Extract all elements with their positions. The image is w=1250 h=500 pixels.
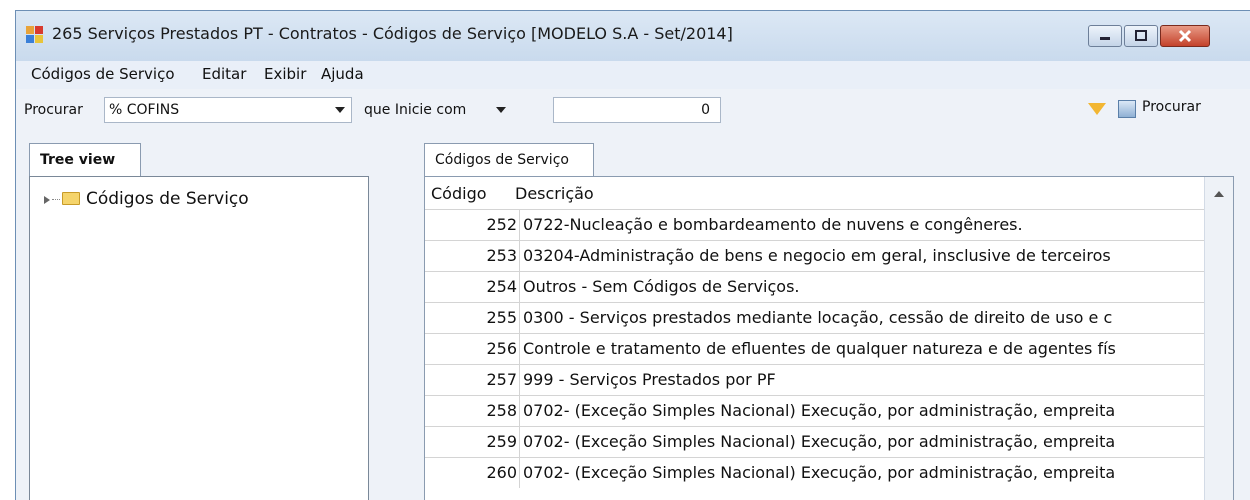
menu-codigos-de-servico[interactable]: Códigos de Serviço <box>31 65 175 83</box>
content-area: Tree view Códigos de Serviço Códigos de … <box>16 137 1250 500</box>
restore-icon <box>1135 30 1147 41</box>
search-input[interactable]: 0 <box>553 97 721 123</box>
search-label: Procurar <box>24 102 83 118</box>
cell-codigo: 255 <box>486 308 517 327</box>
field-select-value: % COFINS <box>109 102 180 118</box>
table-row[interactable]: 254 Outros - Sem Códigos de Serviços. <box>425 271 1207 302</box>
cell-descricao: Controle e tratamento de efluentes de qu… <box>523 339 1116 358</box>
cell-descricao: 0722-Nucleação e bombardeamento de nuven… <box>523 215 1023 234</box>
main-window: 265 Serviços Prestados PT - Contratos - … <box>15 10 1250 500</box>
cell-divider <box>519 458 520 488</box>
search-button-label: Procurar <box>1142 99 1201 115</box>
cell-descricao: 0702- (Exceção Simples Nacional) Execuçã… <box>523 401 1116 420</box>
tab-codigos-de-servico[interactable]: Códigos de Serviço <box>424 143 594 177</box>
menu-bar: Códigos de Serviço Editar Exibir Ajuda <box>16 61 1250 89</box>
table-row[interactable]: 253 03204-Administração de bens e negocio… <box>425 240 1207 271</box>
cell-codigo: 260 <box>486 463 517 482</box>
window-title: 265 Serviços Prestados PT - Contratos - … <box>52 24 733 43</box>
column-header-descricao[interactable]: Descrição <box>515 184 594 203</box>
expand-arrow-icon[interactable] <box>44 196 50 204</box>
table-row[interactable]: 259 0702- (Exceção Simples Nacional) Exec… <box>425 426 1207 457</box>
search-button[interactable]: Procurar <box>1118 97 1248 127</box>
cell-codigo: 259 <box>486 432 517 451</box>
scroll-up-arrow-icon[interactable] <box>1214 191 1224 197</box>
cell-codigo: 256 <box>486 339 517 358</box>
menu-editar[interactable]: Editar <box>202 65 246 83</box>
close-icon <box>1178 29 1192 43</box>
cell-descricao: 0702- (Exceção Simples Nacional) Execuçã… <box>523 432 1116 451</box>
cell-codigo: 253 <box>486 246 517 265</box>
menu-ajuda[interactable]: Ajuda <box>321 65 364 83</box>
colored-blocks-icon <box>26 26 43 43</box>
funnel-icon[interactable] <box>1088 103 1106 115</box>
cell-descricao: 03204-Administração de bens e negocio em… <box>523 246 1111 265</box>
tree-node-label: Códigos de Serviço <box>86 189 249 209</box>
maximize-button[interactable] <box>1124 25 1158 47</box>
chevron-down-icon[interactable] <box>496 107 506 113</box>
table-row[interactable]: 255 0300 - Serviços prestados mediante lo… <box>425 302 1207 333</box>
grid-header: Código Descrição <box>425 177 1233 209</box>
cell-divider <box>519 241 520 271</box>
chevron-down-icon[interactable] <box>335 107 345 113</box>
tree-view-panel: Códigos de Serviço <box>29 176 369 500</box>
cell-descricao: 0300 - Serviços prestados mediante locaç… <box>523 308 1113 327</box>
minimize-button[interactable] <box>1088 25 1122 47</box>
table-row[interactable]: 257 999 - Serviços Prestados por PF <box>425 364 1207 395</box>
folder-icon <box>62 192 80 205</box>
table-row[interactable]: 256 Controle e tratamento de efluentes de… <box>425 333 1207 364</box>
cell-divider <box>519 427 520 457</box>
cell-divider <box>519 334 520 364</box>
tab-tree-view[interactable]: Tree view <box>29 143 141 177</box>
cell-descricao: 0702- (Exceção Simples Nacional) Execuçã… <box>523 463 1116 482</box>
magnifier-icon <box>1118 100 1136 118</box>
cell-descricao: Outros - Sem Códigos de Serviços. <box>523 277 800 296</box>
table-row[interactable]: 252 0722-Nucleação e bombardeamento de nu… <box>425 209 1207 240</box>
table-row[interactable]: 260 0702- (Exceção Simples Nacional) Exec… <box>425 457 1207 488</box>
column-header-codigo[interactable]: Código <box>431 184 487 203</box>
vertical-scrollbar[interactable] <box>1204 177 1233 500</box>
condition-select[interactable]: que Inicie com <box>359 97 549 123</box>
cell-codigo: 252 <box>486 215 517 234</box>
search-toolbar: Procurar % COFINS que Inicie com 0 Procu… <box>16 89 1250 138</box>
title-bar[interactable]: 265 Serviços Prestados PT - Contratos - … <box>16 11 1250 61</box>
cell-codigo: 257 <box>486 370 517 389</box>
cell-descricao: 999 - Serviços Prestados por PF <box>523 370 776 389</box>
cell-divider <box>519 210 520 240</box>
table-row[interactable]: 258 0702- (Exceção Simples Nacional) Exec… <box>425 395 1207 426</box>
close-button[interactable] <box>1160 25 1210 47</box>
cell-divider <box>519 365 520 395</box>
cell-divider <box>519 272 520 302</box>
field-select[interactable]: % COFINS <box>104 97 352 123</box>
menu-exibir[interactable]: Exibir <box>264 65 306 83</box>
condition-select-value: que Inicie com <box>364 102 467 118</box>
cell-divider <box>519 303 520 333</box>
minimize-icon <box>1100 37 1110 40</box>
tree-line <box>52 199 60 200</box>
cell-codigo: 258 <box>486 401 517 420</box>
cell-divider <box>519 396 520 426</box>
codes-grid: Código Descrição 252 0722-Nucleação e bom… <box>424 176 1234 500</box>
cell-codigo: 254 <box>486 277 517 296</box>
